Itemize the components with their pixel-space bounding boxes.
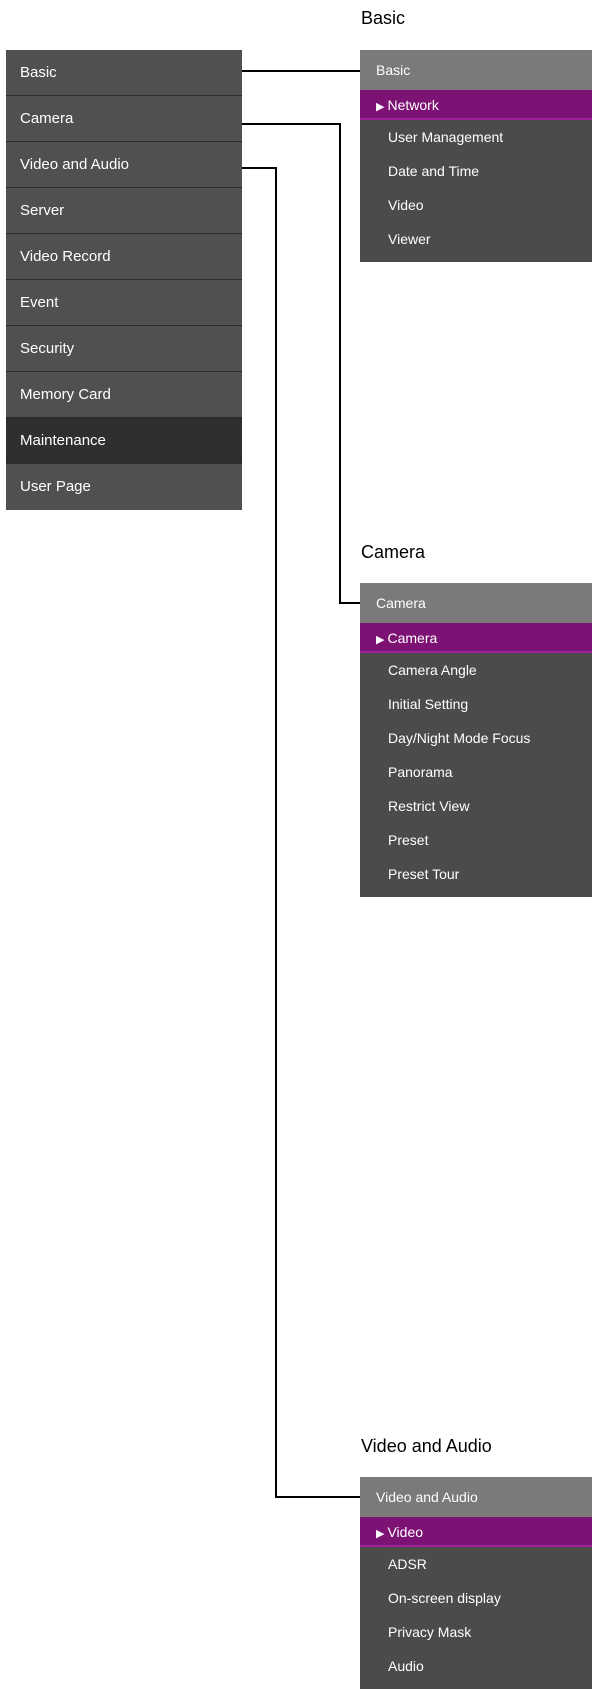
- menu-item-memory-card[interactable]: Memory Card: [6, 372, 242, 418]
- submenu-active-label: Camera: [387, 630, 438, 646]
- submenu-item-privacy-mask[interactable]: Privacy Mask: [360, 1615, 592, 1649]
- submenu-item-preset[interactable]: Preset: [360, 823, 592, 857]
- submenu-item-user-management[interactable]: User Management: [360, 120, 592, 154]
- menu-item-video-and-audio[interactable]: Video and Audio: [6, 142, 242, 188]
- menu-item-maintenance[interactable]: Maintenance: [6, 418, 242, 464]
- submenu-item-initial-setting[interactable]: Initial Setting: [360, 687, 592, 721]
- section-caption-video-and-audio: Video and Audio: [361, 1436, 492, 1456]
- submenu-header-camera: Camera: [360, 583, 592, 623]
- submenu-item-day-night-mode-focus[interactable]: Day/Night Mode Focus: [360, 721, 592, 755]
- triangle-right-icon: ▶: [376, 1528, 385, 1540]
- submenu-item-restrict-view[interactable]: Restrict View: [360, 789, 592, 823]
- triangle-right-icon: ▶: [376, 634, 385, 646]
- submenu-item-preset-tour[interactable]: Preset Tour: [360, 857, 592, 891]
- submenu-active-label: Video: [387, 1524, 424, 1540]
- main-menu: Basic Camera Video and Audio Server Vide…: [6, 50, 242, 510]
- menu-item-security[interactable]: Security: [6, 326, 242, 372]
- menu-item-server[interactable]: Server: [6, 188, 242, 234]
- menu-item-event[interactable]: Event: [6, 280, 242, 326]
- submenu-item-audio[interactable]: Audio: [360, 1649, 592, 1683]
- section-caption-camera: Camera: [361, 542, 426, 562]
- menu-item-camera[interactable]: Camera: [6, 96, 242, 142]
- triangle-right-icon: ▶: [376, 101, 385, 113]
- connector-camera: [230, 123, 376, 604]
- submenu-item-camera-angle[interactable]: Camera Angle: [360, 653, 592, 687]
- menu-item-user-page[interactable]: User Page: [6, 464, 242, 510]
- submenu-header-video-and-audio: Video and Audio: [360, 1477, 592, 1517]
- submenu-active-label: Network: [387, 97, 439, 113]
- submenu-item-panorama[interactable]: Panorama: [360, 755, 592, 789]
- submenu-item-viewer[interactable]: Viewer: [360, 222, 592, 256]
- submenu-video-and-audio: Video and Audio ▶ Video ADSR On-screen di…: [360, 1477, 592, 1689]
- submenu-basic: Basic ▶ Network User Management Date and …: [360, 50, 592, 262]
- submenu-item-on-screen-display[interactable]: On-screen display: [360, 1581, 592, 1615]
- submenu-camera: Camera ▶ Camera Camera Angle Initial Sett…: [360, 583, 592, 897]
- submenu-item-network[interactable]: ▶ Network: [360, 90, 592, 120]
- menu-item-basic[interactable]: Basic: [6, 50, 242, 96]
- submenu-header-basic: Basic: [360, 50, 592, 90]
- submenu-item-camera[interactable]: ▶ Camera: [360, 623, 592, 653]
- submenu-item-video[interactable]: ▶ Video: [360, 1517, 592, 1547]
- connector-video-audio: [230, 167, 376, 1498]
- menu-item-video-record[interactable]: Video Record: [6, 234, 242, 280]
- section-caption-basic: Basic: [361, 8, 406, 28]
- submenu-item-adsr[interactable]: ADSR: [360, 1547, 592, 1581]
- submenu-item-date-and-time[interactable]: Date and Time: [360, 154, 592, 188]
- submenu-item-video[interactable]: Video: [360, 188, 592, 222]
